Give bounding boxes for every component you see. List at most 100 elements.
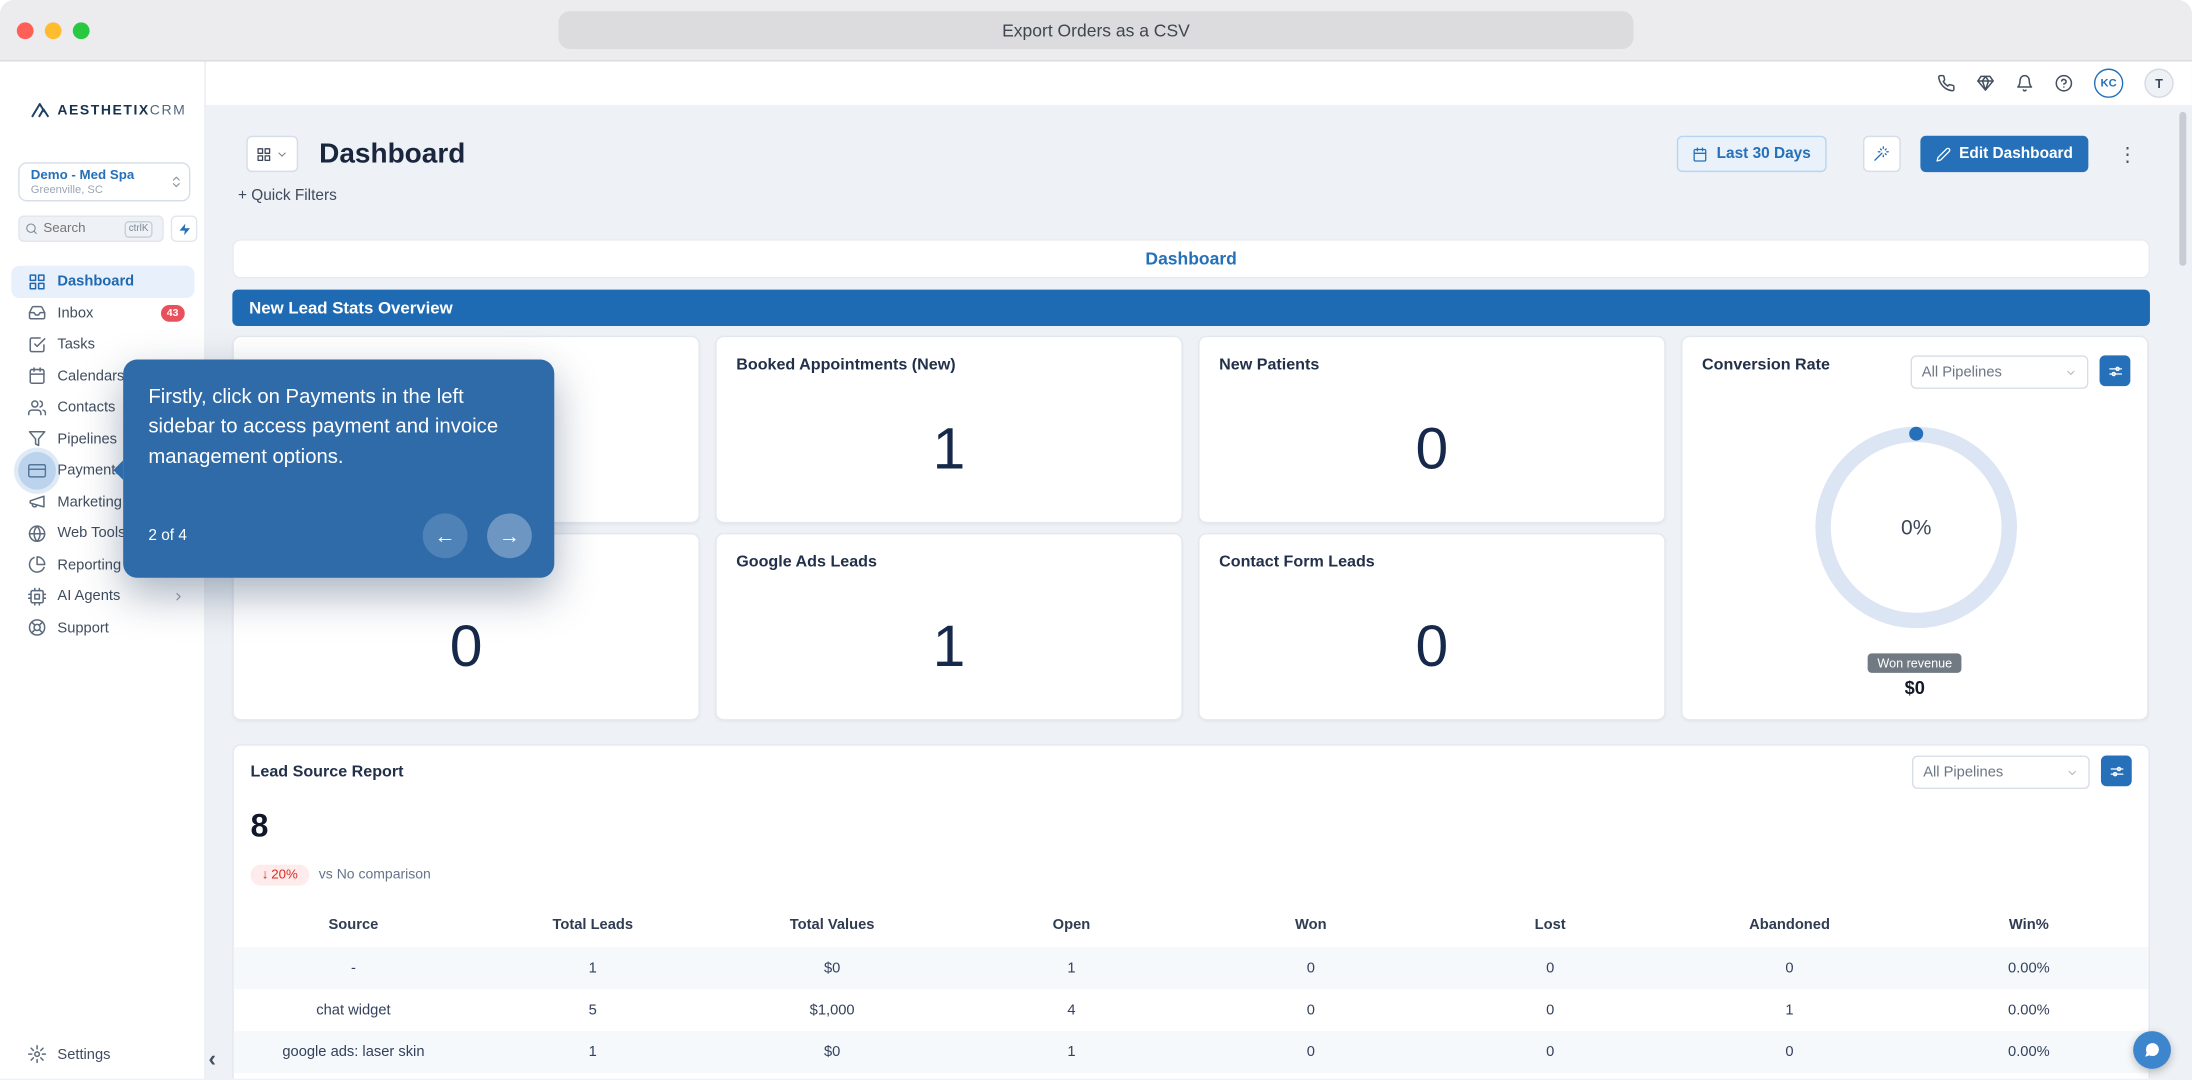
header-actions: Last 30 Days Edit Dashboard ⋮ — [1677, 136, 2137, 172]
window-title: Export Orders as a CSV — [558, 11, 1633, 49]
inbox-count-badge: 43 — [160, 305, 184, 322]
life-buoy-icon — [28, 619, 46, 637]
calendar-icon — [28, 367, 46, 385]
sidebar-item-support[interactable]: Support — [11, 612, 194, 643]
date-range-button[interactable]: Last 30 Days — [1677, 136, 1826, 172]
sidebar-search-row: ctrlK — [18, 215, 197, 242]
stat-card-value: 1 — [717, 416, 1182, 483]
chat-launcher-button[interactable] — [2133, 1031, 2171, 1069]
gear-icon — [28, 1045, 46, 1063]
page-title: Dashboard — [319, 138, 465, 170]
vertical-scrollbar[interactable] — [2179, 112, 2186, 266]
sidebar-item-tasks[interactable]: Tasks — [11, 329, 194, 360]
dashboard-icon — [28, 272, 46, 290]
coachmark-pulse-highlight — [18, 452, 56, 490]
quick-filters-button[interactable]: + Quick Filters — [238, 187, 337, 204]
pie-chart-icon — [28, 556, 46, 574]
phone-icon — [1937, 74, 1955, 92]
chart-settings-button[interactable] — [2100, 355, 2131, 386]
account-switcher[interactable]: Demo - Med Spa Greenville, SC — [18, 162, 190, 201]
tasks-icon — [28, 335, 46, 353]
sliders-icon — [2109, 763, 2124, 778]
conversion-card-title: Conversion Rate — [1702, 357, 1830, 374]
stat-card-contact-form-leads: Contact Form Leads 0 — [1198, 533, 1665, 720]
avatar-user[interactable]: T — [2144, 69, 2173, 98]
stat-card-title: Contact Form Leads — [1219, 554, 1375, 571]
coachmark-text: Firstly, click on Payments in the left s… — [148, 383, 529, 473]
sidebar-item-ai-agents[interactable]: AI Agents — [11, 581, 194, 612]
logo-icon — [31, 101, 51, 121]
sidebar-item-dashboard[interactable]: Dashboard — [11, 266, 194, 297]
pencil-icon — [1935, 146, 1950, 161]
chevron-down-icon — [276, 148, 289, 161]
chat-bubble-icon — [2143, 1041, 2161, 1059]
search-shortcut: ctrlK — [125, 220, 153, 237]
coachmark-next-button[interactable]: → — [487, 513, 532, 558]
table-header-row: Source Total Leads Total Values Open Won… — [234, 902, 2149, 947]
dashboard-layout-button[interactable] — [246, 136, 298, 172]
stat-card-booked-appointments: Booked Appointments (New) 1 — [715, 336, 1182, 523]
panel-title: Lead Source Report — [251, 764, 404, 781]
delta-note: vs No comparison — [319, 867, 431, 882]
grid-icon — [256, 146, 271, 161]
edit-dashboard-button[interactable]: Edit Dashboard — [1920, 136, 2088, 172]
stat-card-value: 0 — [234, 613, 699, 680]
table-row: - 1 $0 1 0 0 0 0.00% — [234, 947, 2149, 989]
magic-wand-icon — [1873, 145, 1890, 162]
dashboard-tabs: Dashboard — [232, 239, 2150, 278]
account-location: Greenville, SC — [31, 183, 167, 196]
window-minimize-button[interactable] — [45, 22, 62, 39]
lead-source-report-panel: Lead Source Report All Pipelines 8 ↓20% — [232, 744, 2150, 1078]
section-banner: New Lead Stats Overview — [232, 290, 2150, 326]
megaphone-icon — [28, 493, 46, 511]
sidebar-item-inbox[interactable]: Inbox 43 — [11, 297, 194, 328]
funnel-icon — [28, 430, 46, 448]
cpu-icon — [28, 587, 46, 605]
main-content: Dashboard Last 30 Days Edit Dashboard ⋮ — [206, 105, 2192, 1079]
account-name: Demo - Med Spa — [31, 168, 167, 183]
search-input[interactable] — [43, 221, 119, 236]
app-body: AESTHETIXCRM Demo - Med Spa Greenville, … — [0, 62, 2192, 1079]
search-box[interactable]: ctrlK — [18, 215, 164, 242]
avatar-kc[interactable]: KC — [2094, 69, 2123, 98]
lead-source-table: Source Total Leads Total Values Open Won… — [234, 902, 2149, 1073]
notifications-button[interactable] — [2016, 74, 2034, 92]
screenshot-stage: Export Orders as a CSV AESTHETIXCRM Demo… — [0, 0, 2192, 1080]
quick-actions-button[interactable] — [171, 215, 198, 242]
stat-card-new-patients: New Patients 0 — [1198, 336, 1665, 523]
chevron-right-icon — [172, 590, 185, 603]
window-close-button[interactable] — [17, 22, 34, 39]
bell-icon — [2016, 74, 2034, 92]
more-options-button[interactable]: ⋮ — [2118, 144, 2138, 164]
stat-card-google-ads-leads: Google Ads Leads 1 — [715, 533, 1182, 720]
phone-button[interactable] — [1937, 74, 1955, 92]
stat-card-value: 0 — [1200, 613, 1665, 680]
window-controls — [17, 22, 90, 39]
logo-text: AESTHETIX — [57, 103, 149, 118]
pipelines-filter-select[interactable]: All Pipelines — [1911, 355, 2089, 389]
stat-card-value: 1 — [717, 613, 1182, 680]
pipelines-filter-select[interactable]: All Pipelines — [1912, 755, 2090, 789]
help-icon — [2055, 74, 2073, 92]
sidebar-item-settings[interactable]: Settings — [28, 1045, 111, 1063]
chevron-down-icon — [2065, 366, 2078, 379]
window-zoom-button[interactable] — [73, 22, 90, 39]
won-revenue-amount: $0 — [1682, 677, 2147, 698]
sidebar-collapse-button[interactable]: ‹ — [209, 1048, 216, 1073]
stat-card-title: New Patients — [1219, 357, 1319, 374]
ai-wand-button[interactable] — [1863, 136, 1901, 172]
coachmark-tooltip: Firstly, click on Payments in the left s… — [123, 360, 554, 578]
tab-dashboard[interactable]: Dashboard — [1145, 249, 1236, 269]
chart-settings-button[interactable] — [2101, 755, 2132, 786]
page-header: Dashboard Last 30 Days Edit Dashboard ⋮ — [246, 136, 2137, 172]
conversion-percent: 0% — [1815, 427, 2017, 628]
stat-card-value: 0 — [1200, 416, 1665, 483]
help-button[interactable] — [2055, 74, 2073, 92]
coachmark-back-button[interactable]: ← — [423, 513, 468, 558]
calendar-icon — [1693, 146, 1708, 161]
table-row: google ads: laser skin 1 $0 1 0 0 0 0.00… — [234, 1031, 2149, 1073]
lead-total: 8 — [251, 807, 269, 845]
sliders-icon — [2107, 363, 2122, 378]
rewards-button[interactable] — [1976, 74, 1994, 92]
stat-card-title: Booked Appointments (New) — [736, 357, 955, 374]
